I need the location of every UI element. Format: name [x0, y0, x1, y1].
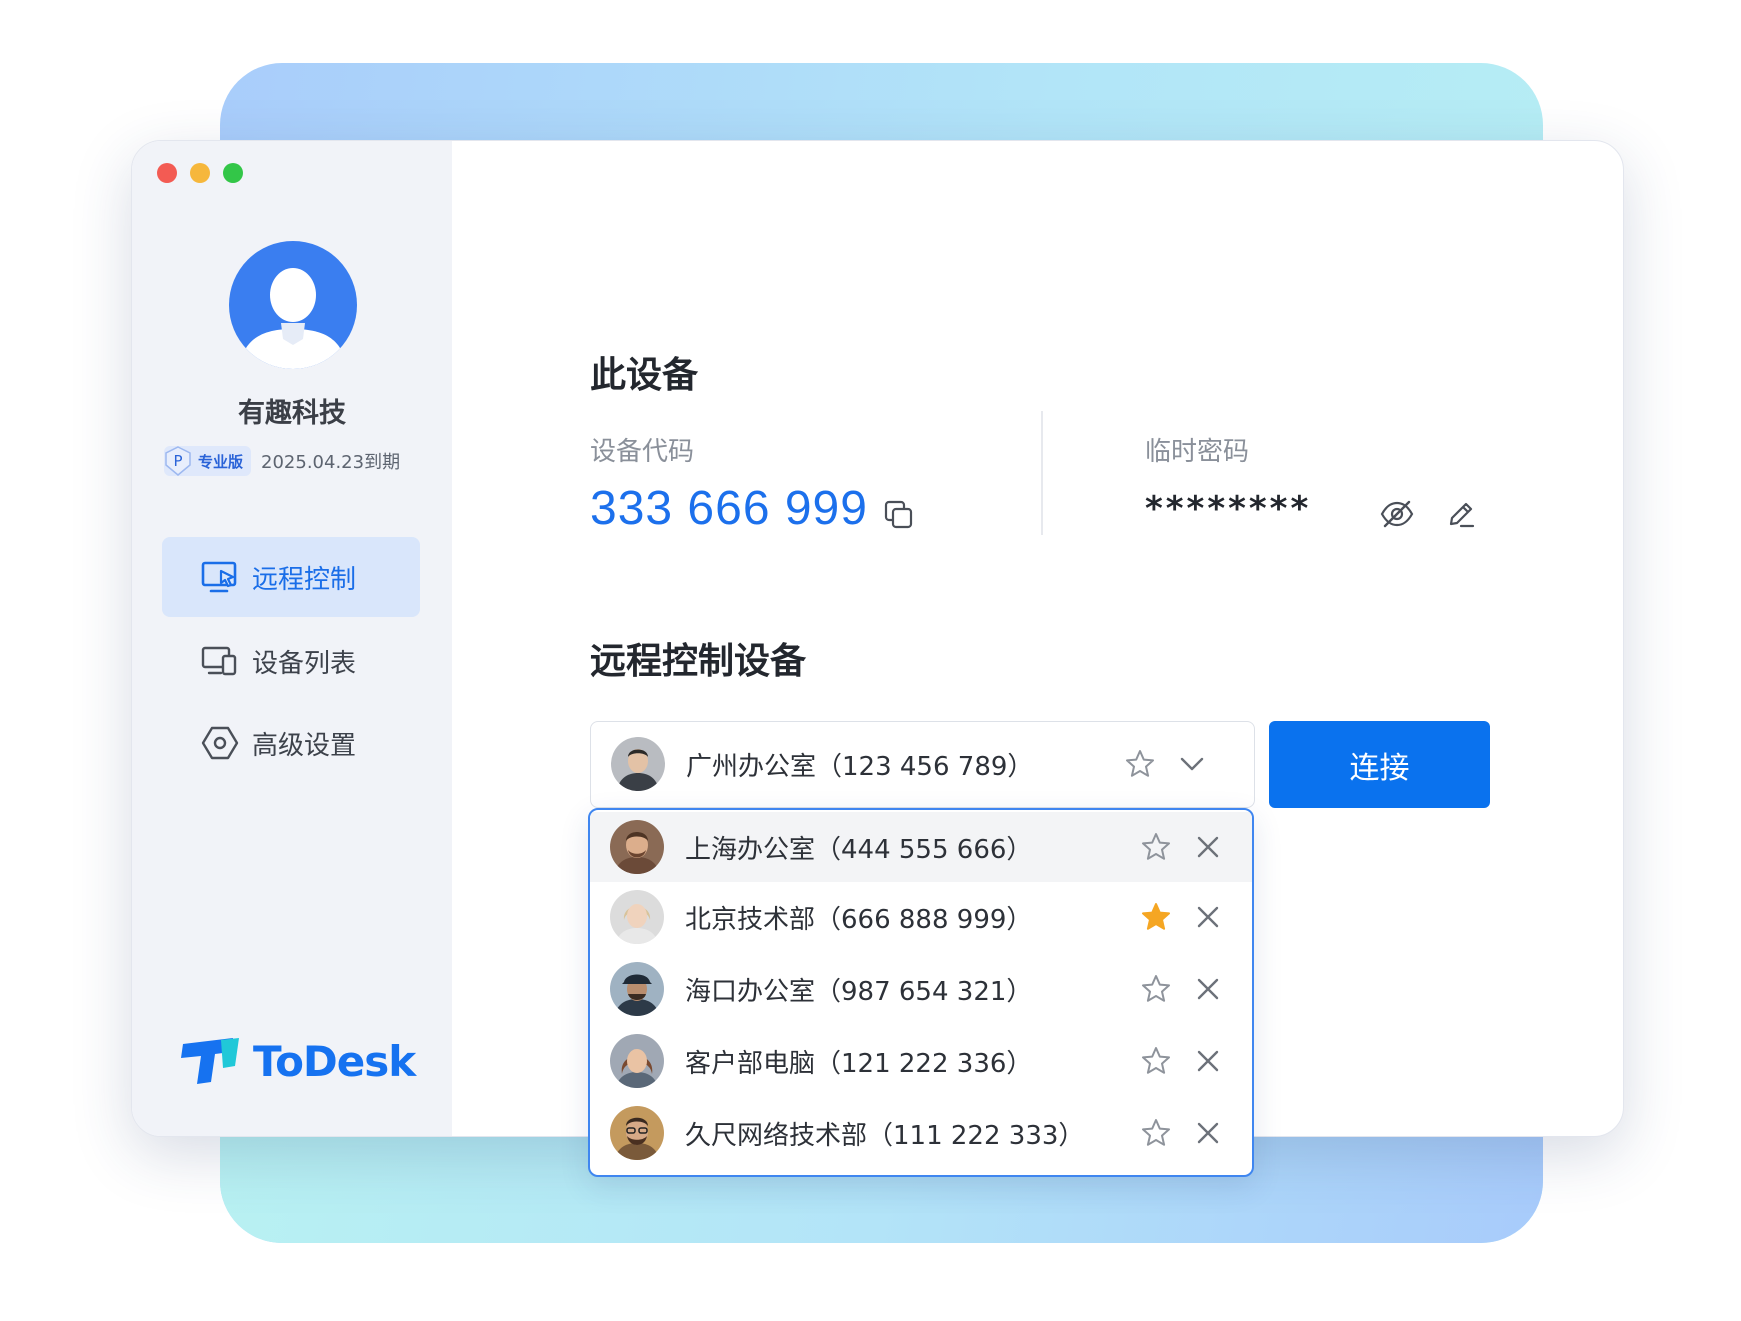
star-filled-icon[interactable] [1136, 897, 1176, 937]
todesk-logo-icon [181, 1038, 239, 1084]
nav-device-list-label: 设备列表 [252, 648, 357, 679]
copy-icon[interactable] [879, 495, 919, 535]
nav-remote-control-label: 远程控制 [252, 564, 357, 595]
device-name: 久尺网络技术部（111 222 333） [685, 1120, 1085, 1151]
close-window-button[interactable] [157, 163, 177, 183]
selected-device[interactable]: 广州办公室（123 456 789） [591, 729, 1254, 799]
avatar [610, 962, 664, 1016]
devices-icon [200, 641, 240, 681]
sidebar: 有趣科技 P 专业版 2025.04.23到期 远程控制 设备列表 高级设置 T… [132, 141, 452, 1136]
hexagon-settings-icon [200, 723, 240, 763]
divider [1041, 411, 1043, 535]
user-avatar-icon[interactable] [229, 241, 357, 369]
close-icon[interactable] [1188, 969, 1228, 1009]
plan-info: P 专业版 2025.04.23到期 [164, 443, 400, 479]
svg-text:P: P [173, 452, 182, 470]
eye-hidden-icon[interactable] [1377, 494, 1417, 534]
window-controls [157, 163, 243, 183]
device-name: 海口办公室（987 654 321） [685, 976, 1033, 1007]
list-item[interactable]: 北京技术部（666 888 999） [590, 882, 1252, 952]
avatar [610, 1106, 664, 1160]
star-outline-icon[interactable] [1136, 827, 1176, 867]
close-icon[interactable] [1188, 827, 1228, 867]
brand-name: ToDesk [253, 1036, 416, 1086]
close-icon[interactable] [1188, 1113, 1228, 1153]
list-item[interactable]: 客户部电脑（121 222 336） [590, 1026, 1252, 1096]
device-name: 北京技术部（666 888 999） [685, 904, 1033, 935]
monitor-cursor-icon [200, 557, 240, 597]
this-device-title: 此设备 [590, 355, 699, 396]
star-outline-icon[interactable] [1120, 744, 1160, 784]
brand-logo: ToDesk [177, 1036, 416, 1086]
star-outline-icon[interactable] [1136, 1113, 1176, 1153]
list-item[interactable]: 海口办公室（987 654 321） [590, 954, 1252, 1024]
chevron-down-icon[interactable] [1172, 744, 1212, 784]
nav-advanced-settings-label: 高级设置 [252, 730, 357, 761]
device-name: 上海办公室（444 555 666） [685, 834, 1033, 865]
plan-expiry: 2025.04.23到期 [261, 452, 401, 473]
remote-device-select[interactable]: 广州办公室（123 456 789） [590, 721, 1255, 808]
close-icon[interactable] [1188, 897, 1228, 937]
temp-password: ******** [1145, 489, 1312, 529]
maximize-window-button[interactable] [223, 163, 243, 183]
avatar [611, 737, 665, 791]
device-history-dropdown: 上海办公室（444 555 666） 北京技术部（666 888 999） 海口… [588, 808, 1254, 1177]
nav-advanced-settings[interactable]: 高级设置 [162, 703, 420, 783]
plan-badge: P 专业版 [164, 446, 252, 476]
device-name: 客户部电脑（121 222 336） [685, 1048, 1033, 1079]
nav-device-list[interactable]: 设备列表 [162, 621, 420, 701]
avatar [610, 820, 664, 874]
avatar [610, 890, 664, 944]
close-icon[interactable] [1188, 1041, 1228, 1081]
pro-shield-icon: P [165, 446, 191, 476]
remote-control-devices-title: 远程控制设备 [590, 641, 807, 682]
star-outline-icon[interactable] [1136, 969, 1176, 1009]
edit-pencil-icon[interactable] [1441, 494, 1481, 534]
star-outline-icon[interactable] [1136, 1041, 1176, 1081]
list-item[interactable]: 久尺网络技术部（111 222 333） [590, 1098, 1252, 1168]
temp-password-label: 临时密码 [1145, 437, 1250, 467]
device-code: 333 666 999 [590, 482, 868, 535]
device-code-label: 设备代码 [590, 437, 695, 467]
selected-device-name: 广州办公室（123 456 789） [686, 751, 1034, 782]
connect-button[interactable]: 连接 [1269, 721, 1490, 808]
user-name: 有趣科技 [238, 398, 346, 429]
list-item[interactable]: 上海办公室（444 555 666） [590, 812, 1252, 882]
avatar [610, 1034, 664, 1088]
nav-remote-control[interactable]: 远程控制 [162, 537, 420, 617]
minimize-window-button[interactable] [190, 163, 210, 183]
plan-label: 专业版 [198, 452, 244, 471]
